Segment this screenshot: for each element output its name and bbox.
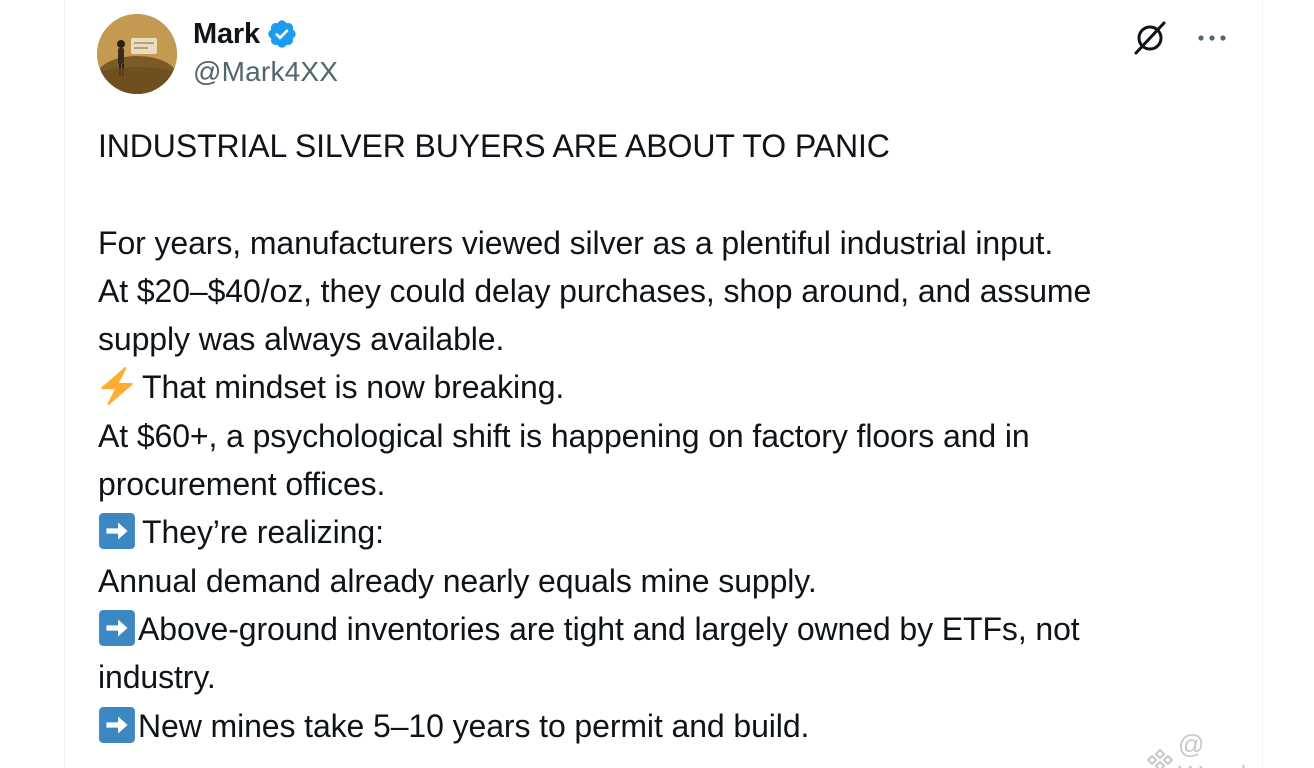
post-line: procurement offices. <box>98 466 386 503</box>
post-line-text: Above-ground inventories are tight and l… <box>138 610 1080 647</box>
post-line-text: That mindset is now breaking. <box>142 369 565 406</box>
post-actions <box>1130 18 1232 58</box>
avatar[interactable] <box>97 14 177 94</box>
post-line: Above-ground inventories are tight and l… <box>98 605 1238 653</box>
right-arrow-emoji <box>98 609 136 647</box>
post-header: Mark @Mark4XX <box>97 14 1252 96</box>
post-line: Annual demand already nearly equals mine… <box>98 562 817 599</box>
post-line: That mindset is now breaking. <box>98 363 1238 411</box>
post-line: industry. <box>98 659 216 696</box>
more-icon[interactable] <box>1192 18 1232 58</box>
timeline-border-right <box>1262 0 1263 768</box>
timeline-border-left <box>64 0 65 768</box>
post-headline: INDUSTRIAL SILVER BUYERS ARE ABOUT TO PA… <box>98 128 890 164</box>
post-line: New mines take 5–10 years to permit and … <box>98 702 1238 750</box>
right-arrow-emoji <box>98 706 136 744</box>
post-text: INDUSTRIAL SILVER BUYERS ARE ABOUT TO PA… <box>98 122 1238 750</box>
binance-logo-icon <box>1146 746 1174 768</box>
post-line-text: They’re realizing: <box>142 514 384 551</box>
high-voltage-emoji <box>98 367 136 406</box>
verified-badge-icon[interactable] <box>266 18 298 50</box>
post-line: At $60+, a psychological shift is happen… <box>98 417 1030 454</box>
author-display-name[interactable]: Mark <box>193 18 260 51</box>
post-line: For years, manufacturers viewed silver a… <box>98 224 1054 261</box>
watermark: @ Wendyy_ <box>1146 729 1314 768</box>
post-line: At $20–$40/oz, they could delay purchase… <box>98 272 1092 309</box>
post-page: Mark @Mark4XX INDUSTRIAL SILVER BUYERS A… <box>0 0 1314 768</box>
right-arrow-emoji <box>98 512 136 550</box>
name-row: Mark <box>193 16 338 52</box>
post-line: They’re realizing: <box>98 508 1238 556</box>
author-handle[interactable]: @Mark4XX <box>193 56 338 88</box>
post-line: supply was always available. <box>98 321 505 358</box>
watermark-text: @ Wendyy_ <box>1178 729 1288 768</box>
grok-icon[interactable] <box>1130 18 1170 58</box>
post-line-text: New mines take 5–10 years to permit and … <box>138 707 810 744</box>
avatar-image <box>97 14 177 94</box>
author-info: Mark @Mark4XX <box>193 16 338 88</box>
